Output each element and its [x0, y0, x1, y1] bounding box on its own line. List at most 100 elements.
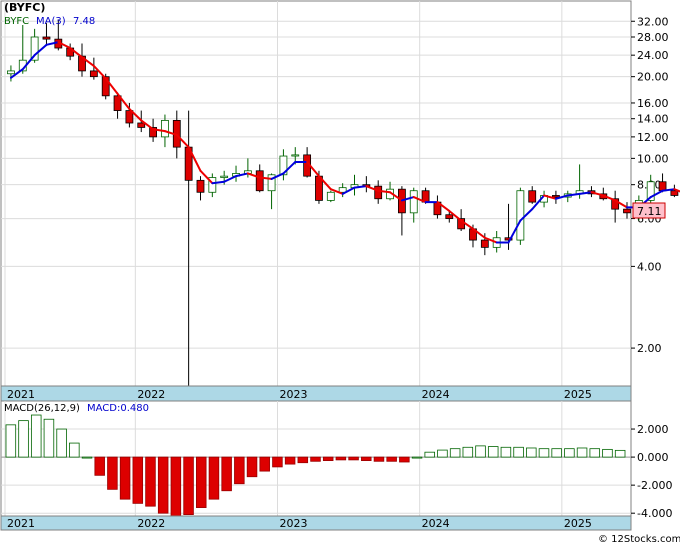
price-y-tick-label: 32.00: [637, 15, 669, 28]
macd-bar: [157, 456, 169, 514]
macd-bar: [576, 447, 588, 458]
macd-bar: [602, 448, 613, 458]
macd-bar: [589, 448, 601, 458]
macd-bar: [513, 446, 524, 458]
price-x-axis-band: [0, 385, 632, 402]
macd-bar: [386, 456, 397, 462]
macd-y-tick-label: -2.000: [637, 479, 672, 492]
ma-segment: [258, 176, 273, 180]
macd-bar: [30, 414, 42, 458]
macd-bar: [221, 456, 232, 492]
macd-legend-value: MACD:0.480: [87, 403, 149, 414]
candle-body: [89, 70, 98, 78]
price-y-tick-label: 24.00: [637, 49, 669, 62]
candle-body: [658, 181, 667, 192]
candle-body: [220, 175, 229, 178]
macd-bar: [500, 446, 512, 458]
price-x-tick-label: 2024: [422, 388, 450, 401]
price-x-tick-label: 2021: [7, 388, 35, 401]
price-y-tick-label: 10.00: [637, 152, 669, 165]
candle: [326, 190, 335, 203]
macd-bar: [183, 456, 194, 515]
macd-bar: [361, 456, 372, 462]
macd-y-tick-label: -4.000: [637, 507, 672, 520]
price-x-tick-label: 2023: [279, 388, 307, 401]
macd-bar: [119, 456, 131, 500]
price-y-tick-label: 2.00: [637, 342, 662, 355]
candle-body: [445, 214, 454, 219]
price-y-tick-label: 4.00: [637, 260, 662, 273]
macd-x-tick-label: 2025: [564, 517, 592, 530]
macd-bar: [487, 446, 499, 458]
candle-body: [528, 190, 537, 203]
macd-bar: [449, 448, 461, 458]
macd-bar: [284, 456, 296, 465]
candle-body: [7, 70, 15, 75]
macd-x-tick-label: 2021: [7, 517, 35, 530]
macd-bar: [246, 456, 258, 478]
macd-bar: [538, 448, 550, 458]
macd-x-tick-label: 2024: [422, 517, 450, 530]
macd-bar: [462, 446, 474, 458]
macd-y-axis: 2.000 0.000 -2.000 -4.000: [631, 423, 672, 520]
macd-bar: [234, 456, 245, 485]
macd-bar: [259, 456, 270, 472]
legend-ma-value: 7.48: [73, 16, 95, 27]
macd-bar: [272, 456, 283, 468]
macd-legend-label: MACD(26,12,9): [4, 403, 80, 414]
last-price-badge: 7.11: [632, 202, 666, 219]
macd-x-tick-label: 2023: [279, 517, 307, 530]
price-y-tick-label: 12.00: [637, 131, 669, 144]
macd-bar: [81, 456, 93, 459]
price-y-tick-label: 14.00: [637, 113, 669, 126]
macd-bar: [373, 456, 385, 462]
candle-body: [291, 154, 300, 157]
legend-ma-label: MA(3): [36, 16, 66, 27]
macd-bar: [310, 456, 321, 462]
svg-text:7.11: 7.11: [637, 205, 662, 218]
candle-body: [409, 190, 418, 214]
macd-x-axis-band: [0, 515, 632, 531]
price-y-tick-label: 28.00: [637, 31, 669, 44]
macd-bar: [132, 456, 144, 504]
macd-bar: [196, 456, 207, 508]
macd-bar: [145, 456, 156, 507]
macd-bar: [614, 449, 626, 458]
chart-title: (BYFC): [4, 1, 45, 14]
candle-body: [196, 179, 205, 193]
macd-bar: [551, 448, 562, 458]
macd-bar: [107, 456, 118, 490]
macd-bar: [208, 456, 220, 500]
macd-bar: [399, 456, 410, 463]
candle-body: [374, 185, 383, 200]
candle-body: [255, 170, 264, 192]
chart-canvas: 32.00 28.00 24.00 20.00 16.00 14.00 12.00 10.00…: [0, 0, 680, 545]
candle: [516, 187, 525, 245]
macd-bar: [94, 456, 105, 476]
macd-bar: [56, 428, 67, 458]
macd-bar: [335, 456, 347, 461]
price-x-tick-label: 2022: [137, 388, 165, 401]
macd-bar: [43, 418, 55, 458]
macd-bar: [564, 448, 575, 458]
macd-bar: [526, 447, 537, 458]
candle-body: [161, 120, 169, 138]
macd-bar: [475, 445, 486, 458]
candle-body: [623, 208, 631, 214]
candle-body: [552, 195, 560, 198]
price-y-tick-label: 16.00: [637, 97, 669, 110]
macd-bar: [411, 456, 423, 459]
candle-body: [516, 190, 525, 241]
candle-body: [326, 191, 335, 201]
macd-y-tick-label: 2.000: [637, 423, 669, 436]
macd-bar: [437, 449, 448, 458]
candle-body: [480, 239, 489, 248]
macd-bar: [18, 420, 29, 458]
legend-symbol: BYFC: [4, 16, 29, 27]
macd-bar: [5, 424, 17, 458]
candle-body: [670, 190, 679, 196]
candle-body: [137, 122, 146, 128]
macd-bar: [297, 456, 309, 464]
copyright: © 12Stocks.com: [598, 534, 680, 545]
macd-y-tick-label: 0.000: [637, 451, 669, 464]
